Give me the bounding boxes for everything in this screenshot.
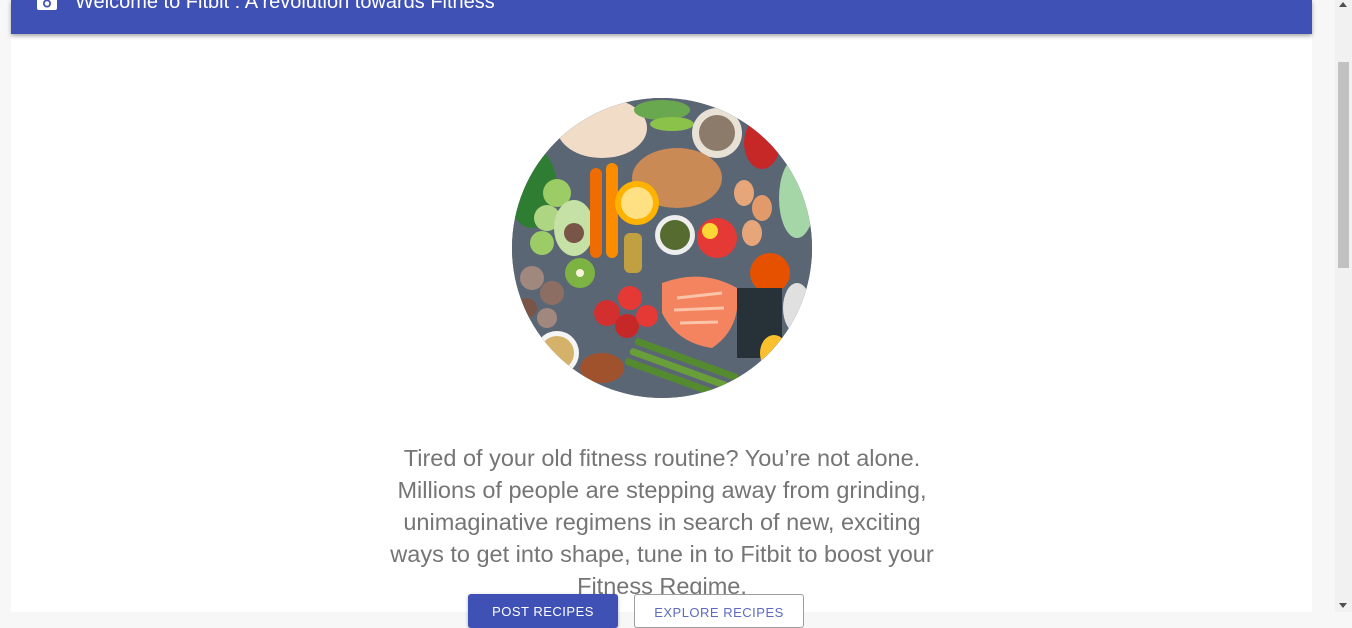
app-bar: Welcome to Fitbit : A revolution towards… xyxy=(11,0,1312,34)
scroll-up-arrow-icon[interactable] xyxy=(1339,2,1347,7)
explore-recipes-button[interactable]: Explore Recipes xyxy=(634,594,804,628)
vertical-scrollbar[interactable] xyxy=(1335,0,1352,612)
hero-image xyxy=(512,98,812,398)
app-title: Welcome to Fitbit : A revolution towards… xyxy=(75,0,495,13)
post-recipes-button[interactable]: Post Recipes xyxy=(468,594,618,628)
camera-icon[interactable] xyxy=(36,0,58,11)
intro-text: Tired of your old fitness routine? You’r… xyxy=(390,444,934,599)
scroll-down-arrow-icon[interactable] xyxy=(1339,603,1347,608)
scroll-thumb[interactable] xyxy=(1338,62,1349,268)
